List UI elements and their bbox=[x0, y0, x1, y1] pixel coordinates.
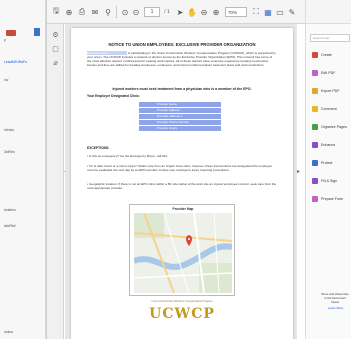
scroll-mode-icon[interactable]: ▦ bbox=[263, 7, 273, 17]
tool-label: Prepare Form bbox=[321, 197, 344, 201]
left-navigation-panel: ⚙ ▢ ⌀ bbox=[47, 24, 64, 339]
background-app-panel: p Lead&WJ5wFo cs/ /strdoc 3stRbn lodatin… bbox=[0, 0, 46, 339]
tool-label: Comment bbox=[321, 107, 337, 111]
bg-item: dokuu bbox=[4, 330, 14, 334]
tool-label: Fill & Sign bbox=[321, 179, 338, 183]
search-icon[interactable]: ⚲ bbox=[103, 7, 113, 17]
tools-panel-header bbox=[306, 0, 351, 24]
map-title: Provider Map bbox=[172, 207, 194, 211]
bg-item: lodatinu bbox=[4, 208, 16, 212]
tool-comment[interactable]: Comment bbox=[312, 104, 337, 114]
provider-hours-field[interactable]: Provider Hours bbox=[139, 126, 221, 131]
designated-clinic-label: Your Employer Designated Clinic: bbox=[87, 94, 140, 98]
bg-item: /strdoc bbox=[4, 128, 15, 132]
zoom-in-icon[interactable]: ⊕ bbox=[211, 7, 221, 17]
tool-label: Edit PDF bbox=[321, 71, 336, 75]
tool-prepare-form[interactable]: Prepare Form bbox=[312, 194, 343, 204]
provider-address-2-field[interactable]: Provider Address 2 bbox=[139, 114, 221, 119]
tools-search-input[interactable]: Search tools bbox=[310, 34, 350, 42]
tool-label: Organize Pages bbox=[321, 125, 347, 129]
tool-label: Protect bbox=[321, 161, 333, 165]
tools-panel: Search tools Create Edit PDF Export PDF … bbox=[305, 0, 351, 339]
print-icon[interactable]: ⎙ bbox=[77, 7, 87, 17]
bg-item: p bbox=[4, 38, 6, 42]
settings-icon[interactable]: ⚙ bbox=[51, 30, 60, 39]
tool-label: Enhance bbox=[321, 143, 336, 147]
page-current: 1 bbox=[150, 9, 154, 15]
tool-label: Export PDF bbox=[321, 89, 340, 93]
page-total: / 1 bbox=[164, 9, 170, 15]
page-number-input[interactable]: 1 bbox=[144, 7, 160, 17]
logo-caption: Union Construction Workers' Compensation… bbox=[151, 300, 213, 303]
ucwcp-logo: UCWCP bbox=[149, 306, 215, 322]
edit-pdf-icon bbox=[312, 70, 318, 76]
prepare-form-icon bbox=[312, 196, 318, 202]
select-cursor-icon[interactable]: ➤ bbox=[175, 7, 185, 17]
create-icon bbox=[312, 52, 318, 58]
provider-address-field[interactable]: Provider Address bbox=[139, 108, 221, 113]
document-icon bbox=[34, 28, 40, 36]
tool-enhance[interactable]: Enhance bbox=[312, 140, 335, 150]
page-thumbnails-icon[interactable]: ▢ bbox=[51, 44, 60, 53]
bg-item[interactable]: Lead&WJ5wFo bbox=[4, 60, 27, 64]
provider-phone-field[interactable]: Provider Phone Number bbox=[139, 120, 221, 125]
collapse-right-panel-icon[interactable]: ▸ bbox=[297, 168, 300, 175]
hand-tool-icon[interactable]: ✋ bbox=[187, 7, 197, 17]
zoom-value: 70% bbox=[228, 9, 238, 15]
fill-sign-icon bbox=[312, 178, 318, 184]
injured-workers-notice: Injured workers must seek treatment from… bbox=[112, 87, 252, 91]
tool-edit-pdf[interactable]: Edit PDF bbox=[312, 68, 335, 78]
provider-map-box: Provider Map bbox=[129, 204, 235, 296]
highlight-icon[interactable]: ✎ bbox=[287, 7, 297, 17]
tool-fill-sign[interactable]: Fill & Sign bbox=[312, 176, 337, 186]
exception-item: • If it is after-hours or a minor injury… bbox=[87, 164, 273, 172]
comment-tool-icon bbox=[312, 106, 318, 112]
bg-item: lateRinf bbox=[4, 224, 16, 228]
email-icon[interactable]: ✉ bbox=[90, 7, 100, 17]
toolbar-divider bbox=[116, 6, 117, 18]
document-title: NOTICE TO UNION EMPLOYEES: EXCLUSIVE PRO… bbox=[108, 42, 256, 47]
app-icon bbox=[6, 30, 16, 36]
tool-protect[interactable]: Protect bbox=[312, 158, 332, 168]
provider-name-field[interactable]: Provider Name bbox=[139, 102, 221, 107]
map-graphic bbox=[134, 213, 232, 293]
organize-pages-icon bbox=[312, 124, 318, 130]
export-pdf-icon bbox=[312, 88, 318, 94]
tool-create[interactable]: Create bbox=[312, 50, 332, 60]
zoom-out-icon[interactable]: ⊖ bbox=[199, 7, 209, 17]
protect-icon bbox=[312, 160, 318, 166]
exception-item: • Geographic location: If there is not a… bbox=[87, 182, 277, 190]
fit-page-icon[interactable]: ⛶ bbox=[251, 7, 261, 17]
map-image[interactable] bbox=[134, 213, 232, 293]
save-icon[interactable]: 🖫 bbox=[51, 6, 61, 17]
enhance-icon bbox=[312, 142, 318, 148]
comment-icon[interactable]: ▭ bbox=[275, 7, 285, 17]
tool-export-pdf[interactable]: Export PDF bbox=[312, 86, 340, 96]
share-icon[interactable]: ⊕ bbox=[64, 7, 74, 17]
pdf-viewer-window: 🖫 ⊕ ⎙ ✉ ⚲ ⊙ ⊙ 1 / 1 ➤ ✋ ⊖ ⊕ 70% ⛶ ▦ ▭ ✎ … bbox=[46, 0, 306, 339]
zoom-select[interactable]: 70% bbox=[225, 7, 247, 17]
bg-item: 3stRbn bbox=[4, 150, 15, 154]
exceptions-label: EXCEPTIONS: bbox=[87, 146, 110, 150]
intro-paragraph: Employer Name is participating in the Un… bbox=[87, 51, 277, 67]
attachment-icon[interactable]: ⌀ bbox=[51, 58, 60, 67]
bg-item: cs/ bbox=[4, 78, 9, 82]
document-viewport[interactable]: NOTICE TO UNION EMPLOYEES: EXCLUSIVE PRO… bbox=[65, 24, 297, 339]
viewer-toolbar: 🖫 ⊕ ⎙ ✉ ⚲ ⊙ ⊙ 1 / 1 ➤ ✋ ⊖ ⊕ 70% ⛶ ▦ ▭ ✎ bbox=[47, 0, 306, 24]
page-down-icon[interactable]: ⊙ bbox=[131, 7, 141, 17]
exception-item: • Is this an emergency? Go the Emergency… bbox=[87, 154, 168, 158]
tool-label: Create bbox=[321, 53, 332, 57]
learn-more-link[interactable]: Learn More bbox=[328, 306, 343, 310]
tool-organize-pages[interactable]: Organize Pages bbox=[312, 122, 347, 132]
page-up-icon[interactable]: ⊙ bbox=[120, 7, 130, 17]
document-cloud-promo: Store and share files in the Document Cl… bbox=[321, 292, 349, 304]
pdf-page: NOTICE TO UNION EMPLOYEES: EXCLUSIVE PRO… bbox=[71, 28, 293, 339]
